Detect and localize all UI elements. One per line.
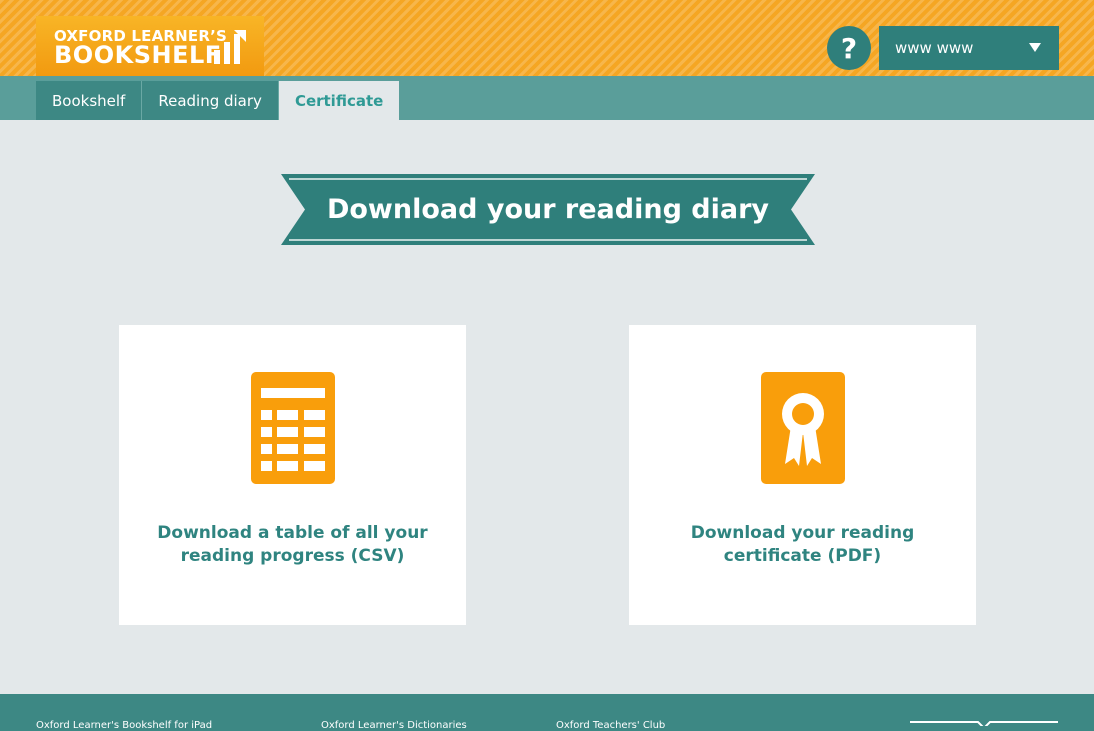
tabs: Bookshelf Reading diary Certificate xyxy=(36,81,400,120)
footer-link-bookshelf-ipad[interactable]: Oxford Learner's Bookshelf for iPad xyxy=(36,720,212,731)
tab-bookshelf[interactable]: Bookshelf xyxy=(36,81,143,120)
user-menu-dropdown[interactable]: www www xyxy=(879,26,1059,70)
help-button[interactable]: ? xyxy=(827,26,871,70)
footer-link-teachers-club[interactable]: Oxford Teachers' Club xyxy=(556,720,665,731)
chevron-down-icon xyxy=(1029,43,1041,52)
download-pdf-card[interactable]: Download your reading certificate (PDF) xyxy=(629,325,976,625)
spreadsheet-icon xyxy=(250,372,335,484)
header: OXFORD LEARNER’S BOOKSHELF ? www www xyxy=(0,0,1094,76)
tab-reading-diary[interactable]: Reading diary xyxy=(142,81,279,120)
user-name: www www xyxy=(895,39,974,57)
page-title-banner: Download your reading diary xyxy=(281,174,815,245)
download-csv-label: Download a table of all your reading pro… xyxy=(157,523,428,566)
oxford-bookshelf-logo[interactable]: OXFORD LEARNER’S BOOKSHELF xyxy=(36,16,264,76)
download-pdf-label: Download your reading certificate (PDF) xyxy=(690,523,915,566)
download-csv-card[interactable]: Download a table of all your reading pro… xyxy=(119,325,466,625)
page-title: Download your reading diary xyxy=(326,194,770,225)
question-mark-icon: ? xyxy=(840,31,858,65)
footer-link-dictionaries[interactable]: Oxford Learner's Dictionaries xyxy=(321,720,467,731)
bookshelf-logo-icon xyxy=(214,30,246,64)
tab-certificate[interactable]: Certificate xyxy=(278,81,400,120)
certificate-ribbon-icon xyxy=(760,372,845,484)
footer: Oxford Learner's Bookshelf for iPad Oxfo… xyxy=(0,694,1094,731)
tab-bar: Bookshelf Reading diary Certificate xyxy=(0,76,1094,120)
footer-divider-chevron-icon xyxy=(910,721,1058,726)
